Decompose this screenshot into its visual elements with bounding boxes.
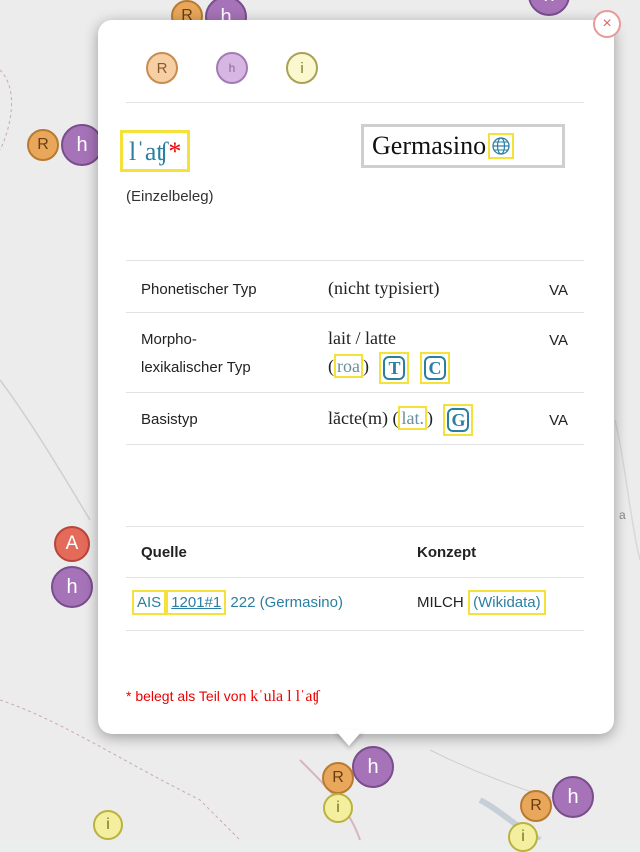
row-label-line2: lexikalischer Typ (141, 359, 251, 376)
map-marker-h[interactable]: h (61, 124, 103, 166)
place-name: Germasino (372, 131, 487, 160)
row-source: VA (549, 282, 568, 299)
map-marker-r[interactable]: R (27, 129, 59, 161)
info-popup: R h i lˈaʧ* (Einzelbeleg) Germasino Phon… (98, 20, 614, 734)
ais-link[interactable]: AIS (132, 590, 167, 615)
map-marker-a[interactable]: A (54, 526, 90, 562)
map-marker-i[interactable]: i (508, 822, 538, 852)
divider (126, 312, 584, 313)
row-label: Phonetischer Typ (141, 281, 257, 298)
row-value-lang: (roa) T C (328, 352, 450, 384)
col-header-source: Quelle (141, 544, 187, 561)
legend-h-icon[interactable]: h (216, 52, 248, 84)
close-button[interactable]: × (593, 10, 621, 38)
concept-name: MILCH (417, 594, 464, 611)
footnote: * belegt als Teil von kˈula l lˈaʧ (126, 688, 320, 705)
lang-link[interactable]: roa (334, 354, 363, 379)
row-label-line1: Morpho- (141, 331, 197, 348)
marker-legend: R h i (146, 52, 318, 84)
ais-ref-link[interactable]: 1201#1 (166, 590, 227, 615)
headword-star: * (168, 137, 182, 166)
globe-button[interactable] (488, 133, 515, 159)
source-detail: 222 (Germasino) (226, 594, 343, 611)
type-g-button[interactable]: G (443, 404, 474, 436)
map-marker-h[interactable]: h (352, 746, 394, 788)
map-marker-h[interactable]: h (51, 566, 93, 608)
close-icon: × (602, 15, 612, 32)
headword[interactable]: lˈaʧ* (120, 130, 191, 172)
row-value: lăcte(m) (lat.) G (328, 404, 474, 436)
divider (126, 444, 584, 445)
row-value: lait / latte (328, 328, 396, 348)
map-marker-h[interactable]: h (552, 776, 594, 818)
wikidata-link[interactable]: (Wikidata) (468, 590, 546, 615)
map-marker-i[interactable]: i (323, 793, 353, 823)
place-box: Germasino (361, 124, 565, 168)
map-marker-r[interactable]: R (520, 790, 552, 822)
row-value: (nicht typisiert) (328, 278, 440, 298)
map-place-label: a (619, 508, 626, 522)
col-header-concept: Konzept (417, 544, 477, 561)
legend-i-icon[interactable]: i (286, 52, 318, 84)
type-row-phonetic: Phonetischer Typ (nicht typisiert) VA (126, 272, 584, 316)
globe-icon (492, 137, 510, 155)
row-source: VA (549, 332, 568, 349)
divider (126, 392, 584, 393)
headword-note: (Einzelbeleg) (126, 188, 214, 205)
concept-cell: MILCH (Wikidata) (417, 590, 546, 615)
divider (126, 630, 584, 631)
divider (126, 526, 584, 527)
footnote-form: kˈula l lˈaʧ (250, 688, 320, 705)
type-row-base: Basistyp lăcte(m) (lat.) G VA (126, 404, 584, 448)
map-marker-i[interactable]: i (93, 810, 123, 840)
source-cell: AIS 1201#1 222 (Germasino) (132, 590, 343, 615)
popup-tip (335, 730, 363, 746)
divider (126, 102, 584, 103)
type-c-button[interactable]: C (419, 352, 450, 384)
row-label: Basistyp (141, 411, 198, 428)
headword-text: lˈaʧ (129, 137, 169, 166)
divider (126, 577, 584, 578)
divider (126, 260, 584, 261)
map-marker-r[interactable]: R (322, 762, 354, 794)
type-row-morpho: Morpho- lexikalischer Typ lait / latte (… (126, 324, 584, 394)
type-t-button[interactable]: T (379, 352, 410, 384)
legend-r-icon[interactable]: R (146, 52, 178, 84)
lang-link[interactable]: lat. (398, 406, 427, 431)
row-source: VA (549, 412, 568, 429)
